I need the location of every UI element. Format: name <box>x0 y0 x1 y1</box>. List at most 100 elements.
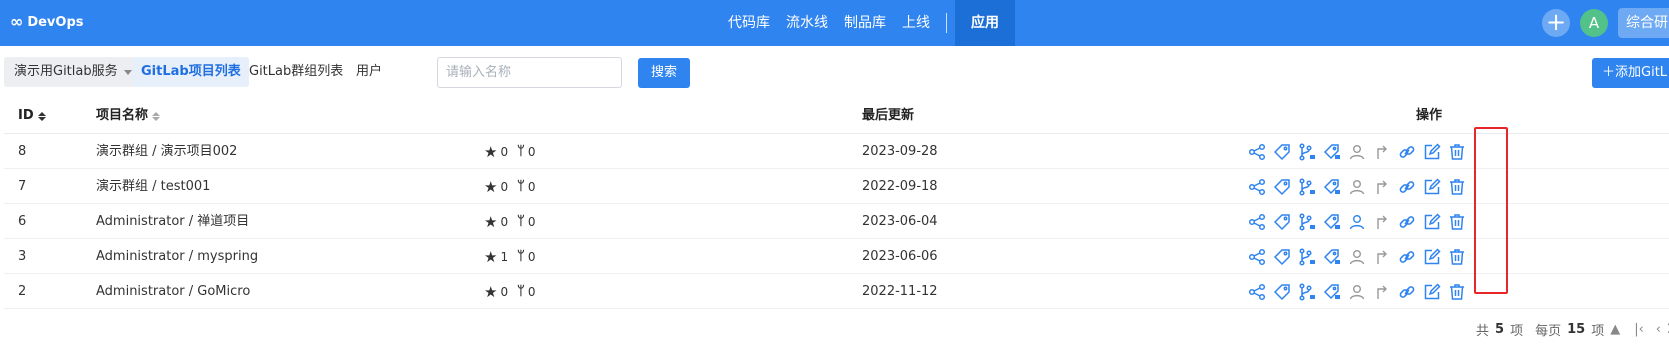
cell-id: 3 <box>18 249 27 264</box>
delete-action[interactable] <box>1444 204 1469 239</box>
merge-icon <box>1373 143 1391 161</box>
cell-project-name[interactable]: Administrator / 禅道项目 <box>96 204 249 239</box>
edit-action[interactable] <box>1419 134 1444 169</box>
tag-lock-action[interactable] <box>1319 169 1344 204</box>
share-nodes-action[interactable] <box>1244 204 1269 239</box>
per-page-suffix: 项 <box>1591 323 1605 339</box>
prev-page-icon[interactable]: ‹ <box>1656 322 1661 337</box>
tag-lock-action[interactable] <box>1319 134 1344 169</box>
nav-item-repos[interactable]: 代码库 <box>720 0 778 46</box>
delete-action[interactable] <box>1444 169 1469 204</box>
merge-icon <box>1373 283 1391 301</box>
cell-stars: ★ 1 <box>484 239 508 274</box>
caret-up-icon[interactable]: ▲ <box>1610 322 1620 337</box>
share-nodes-action[interactable] <box>1244 169 1269 204</box>
link-action[interactable] <box>1394 204 1419 239</box>
user-icon <box>1348 143 1366 161</box>
nav-divider <box>946 13 947 33</box>
tag-icon <box>1273 178 1291 196</box>
link-action[interactable] <box>1394 274 1419 309</box>
delete-action[interactable] <box>1444 239 1469 274</box>
link-action[interactable] <box>1394 134 1419 169</box>
cell-project-name[interactable]: 演示群组 / 演示项目002 <box>96 134 237 169</box>
per-page-value[interactable]: 15 <box>1567 322 1585 337</box>
share-nodes-action[interactable] <box>1244 134 1269 169</box>
fork-icon: ᛘ <box>517 284 525 299</box>
user-action[interactable] <box>1344 239 1369 274</box>
merge-action[interactable] <box>1369 274 1394 309</box>
create-plus-button[interactable]: + <box>1542 9 1570 37</box>
tag-lock-action[interactable] <box>1319 204 1344 239</box>
link-action[interactable] <box>1394 239 1419 274</box>
user-action[interactable] <box>1344 204 1369 239</box>
tag-action[interactable] <box>1269 169 1294 204</box>
table-row: 7 演示群组 / test001 ★ 0 ᛘ 0 2022-09-18 <box>4 169 1669 204</box>
col-actions-header: 操作 <box>1416 108 1443 123</box>
col-name-header[interactable]: 项目名称 <box>96 98 161 134</box>
user-icon <box>1348 213 1366 231</box>
nav-item-release[interactable]: 上线 <box>894 0 938 46</box>
link-action[interactable] <box>1394 169 1419 204</box>
add-gitlab-button[interactable]: ＋添加GitL <box>1592 58 1669 88</box>
edit-action[interactable] <box>1419 239 1444 274</box>
delete-action[interactable] <box>1444 134 1469 169</box>
delete-action[interactable] <box>1444 274 1469 309</box>
tag-lock-action[interactable] <box>1319 274 1344 309</box>
edit-action[interactable] <box>1419 169 1444 204</box>
merge-action[interactable] <box>1369 239 1394 274</box>
projects-table: ID 项目名称 最后更新 操作 8 演示群组 / 演示项目002 ★ 0 ᛘ 0… <box>4 98 1669 309</box>
cell-project-name[interactable]: Administrator / GoMicro <box>96 274 250 309</box>
tag-lock-action[interactable] <box>1319 239 1344 274</box>
branch-lock-action[interactable] <box>1294 274 1319 309</box>
cell-actions <box>1244 134 1469 169</box>
nav-item-artifacts[interactable]: 制品库 <box>836 0 894 46</box>
service-select[interactable]: 演示用Gitlab服务 <box>4 57 142 87</box>
tag-lock-icon <box>1323 143 1341 161</box>
first-page-icon[interactable]: |‹ <box>1634 322 1644 337</box>
cell-project-name[interactable]: 演示群组 / test001 <box>96 169 210 204</box>
tag-icon <box>1273 213 1291 231</box>
share-nodes-icon <box>1248 143 1266 161</box>
tag-action[interactable] <box>1269 204 1294 239</box>
branch-lock-action[interactable] <box>1294 169 1319 204</box>
user-avatar[interactable]: A <box>1580 9 1608 37</box>
tab-groups[interactable]: GitLab群组列表 <box>241 57 351 87</box>
col-name-label: 项目名称 <box>96 108 149 123</box>
main-nav: 代码库 流水线 制品库 上线 应用 <box>720 0 1015 46</box>
search-input[interactable] <box>437 57 622 88</box>
share-nodes-action[interactable] <box>1244 274 1269 309</box>
merge-action[interactable] <box>1369 134 1394 169</box>
link-icon <box>1398 178 1416 196</box>
branch-lock-action[interactable] <box>1294 239 1319 274</box>
tag-action[interactable] <box>1269 239 1294 274</box>
col-id-header[interactable]: ID <box>18 98 46 134</box>
cell-id: 6 <box>18 214 27 229</box>
user-action[interactable] <box>1344 274 1369 309</box>
edit-action[interactable] <box>1419 204 1444 239</box>
nav-item-pipelines[interactable]: 流水线 <box>778 0 836 46</box>
cell-updated: 2023-09-28 <box>862 144 938 159</box>
tag-action[interactable] <box>1269 134 1294 169</box>
tag-action[interactable] <box>1269 274 1294 309</box>
org-switcher[interactable]: 综合研 <box>1618 8 1669 38</box>
tab-projects[interactable]: GitLab项目列表 <box>133 57 249 87</box>
search-button[interactable]: 搜索 <box>638 58 690 88</box>
user-action[interactable] <box>1344 169 1369 204</box>
share-nodes-action[interactable] <box>1244 239 1269 274</box>
branch-lock-action[interactable] <box>1294 204 1319 239</box>
tag-lock-icon <box>1323 178 1341 196</box>
cell-project-name[interactable]: Administrator / myspring <box>96 239 258 274</box>
delete-icon <box>1448 248 1466 266</box>
nav-item-apps[interactable]: 应用 <box>955 0 1015 46</box>
app-logo[interactable]: ∞ DevOps <box>10 14 84 30</box>
merge-action[interactable] <box>1369 169 1394 204</box>
branch-lock-icon <box>1298 142 1316 161</box>
tab-users[interactable]: 用户 <box>348 57 390 87</box>
cell-id: 8 <box>18 144 27 159</box>
edit-action[interactable] <box>1419 274 1444 309</box>
table-row: 6 Administrator / 禅道项目 ★ 0 ᛘ 0 2023-06-0… <box>4 204 1669 239</box>
user-action[interactable] <box>1344 134 1369 169</box>
edit-icon <box>1423 142 1441 161</box>
merge-action[interactable] <box>1369 204 1394 239</box>
branch-lock-action[interactable] <box>1294 134 1319 169</box>
